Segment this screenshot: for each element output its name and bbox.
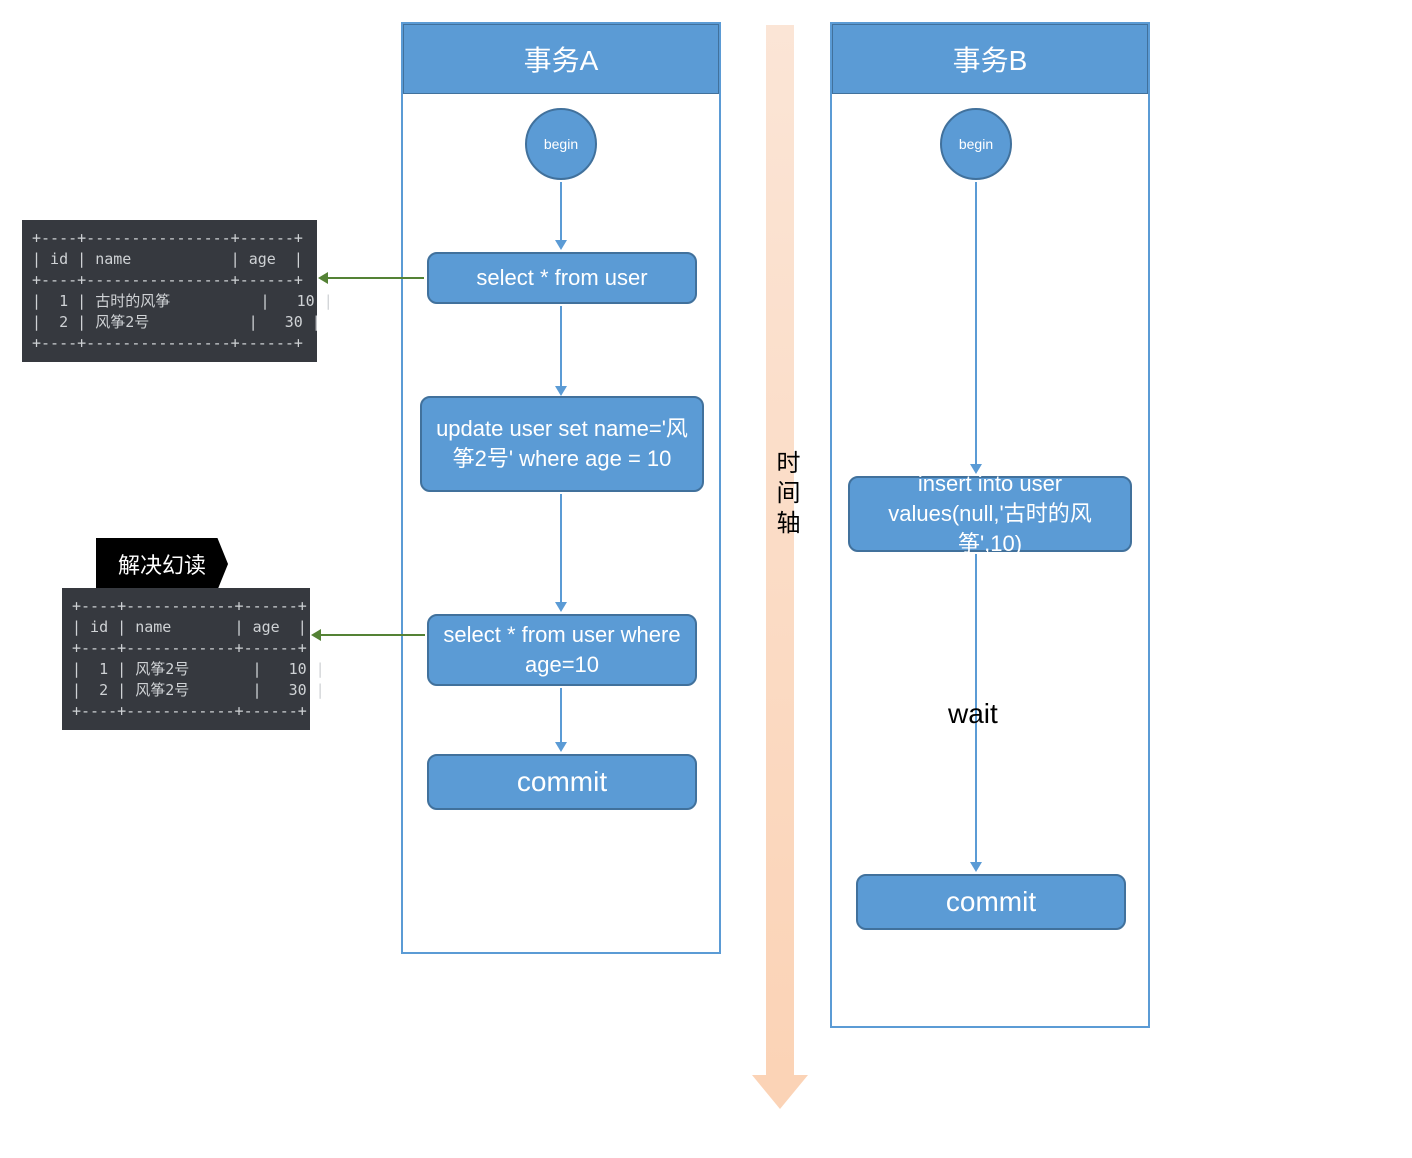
timeline-label: 时间轴 [768, 450, 803, 540]
timeline-arrow [766, 25, 794, 1075]
node-b-insert-label: insert into user values(null,'古时的风筝',10) [864, 469, 1116, 558]
node-b-begin: begin [940, 108, 1012, 180]
node-a-update: update user set name='风筝2号' where age = … [420, 396, 704, 492]
node-b-begin-label: begin [959, 136, 993, 152]
badge-phantom-read: 解决幻读 [96, 538, 228, 590]
arrow-table1-line [328, 277, 424, 279]
node-a-commit-label: commit [517, 763, 607, 801]
arrow-table1-head [318, 272, 328, 284]
node-b-commit: commit [856, 874, 1126, 930]
node-a-update-label: update user set name='风筝2号' where age = … [436, 414, 688, 473]
node-a-begin-label: begin [544, 136, 578, 152]
label-b-wait: wait [948, 698, 998, 730]
arrow-table2-line [321, 634, 425, 636]
db-table-1: +----+----------------+------+ | id | na… [22, 220, 317, 362]
node-b-insert: insert into user values(null,'古时的风筝',10) [848, 476, 1132, 552]
arrow-b-begin-insert [975, 182, 977, 468]
node-a-select1: select * from user [427, 252, 697, 304]
db-table-2: +----+------------+------+ | id | name |… [62, 588, 310, 730]
node-a-select2-label: select * from user where age=10 [443, 620, 681, 679]
arrow-table2-head [311, 629, 321, 641]
arrow-a-select1-update [560, 306, 562, 390]
node-b-commit-label: commit [946, 883, 1036, 921]
arrow-a-begin-select1 [560, 182, 562, 244]
node-a-begin: begin [525, 108, 597, 180]
node-a-select1-label: select * from user [476, 263, 647, 293]
diagram-canvas: 事务A 事务B 时间轴 begin select * from user upd… [0, 0, 1412, 1158]
lane-a-header: 事务A [403, 24, 719, 94]
lane-b-header: 事务B [832, 24, 1148, 94]
arrow-a-update-select2 [560, 494, 562, 606]
node-a-select2: select * from user where age=10 [427, 614, 697, 686]
arrow-a-select2-commit [560, 688, 562, 746]
node-a-commit: commit [427, 754, 697, 810]
